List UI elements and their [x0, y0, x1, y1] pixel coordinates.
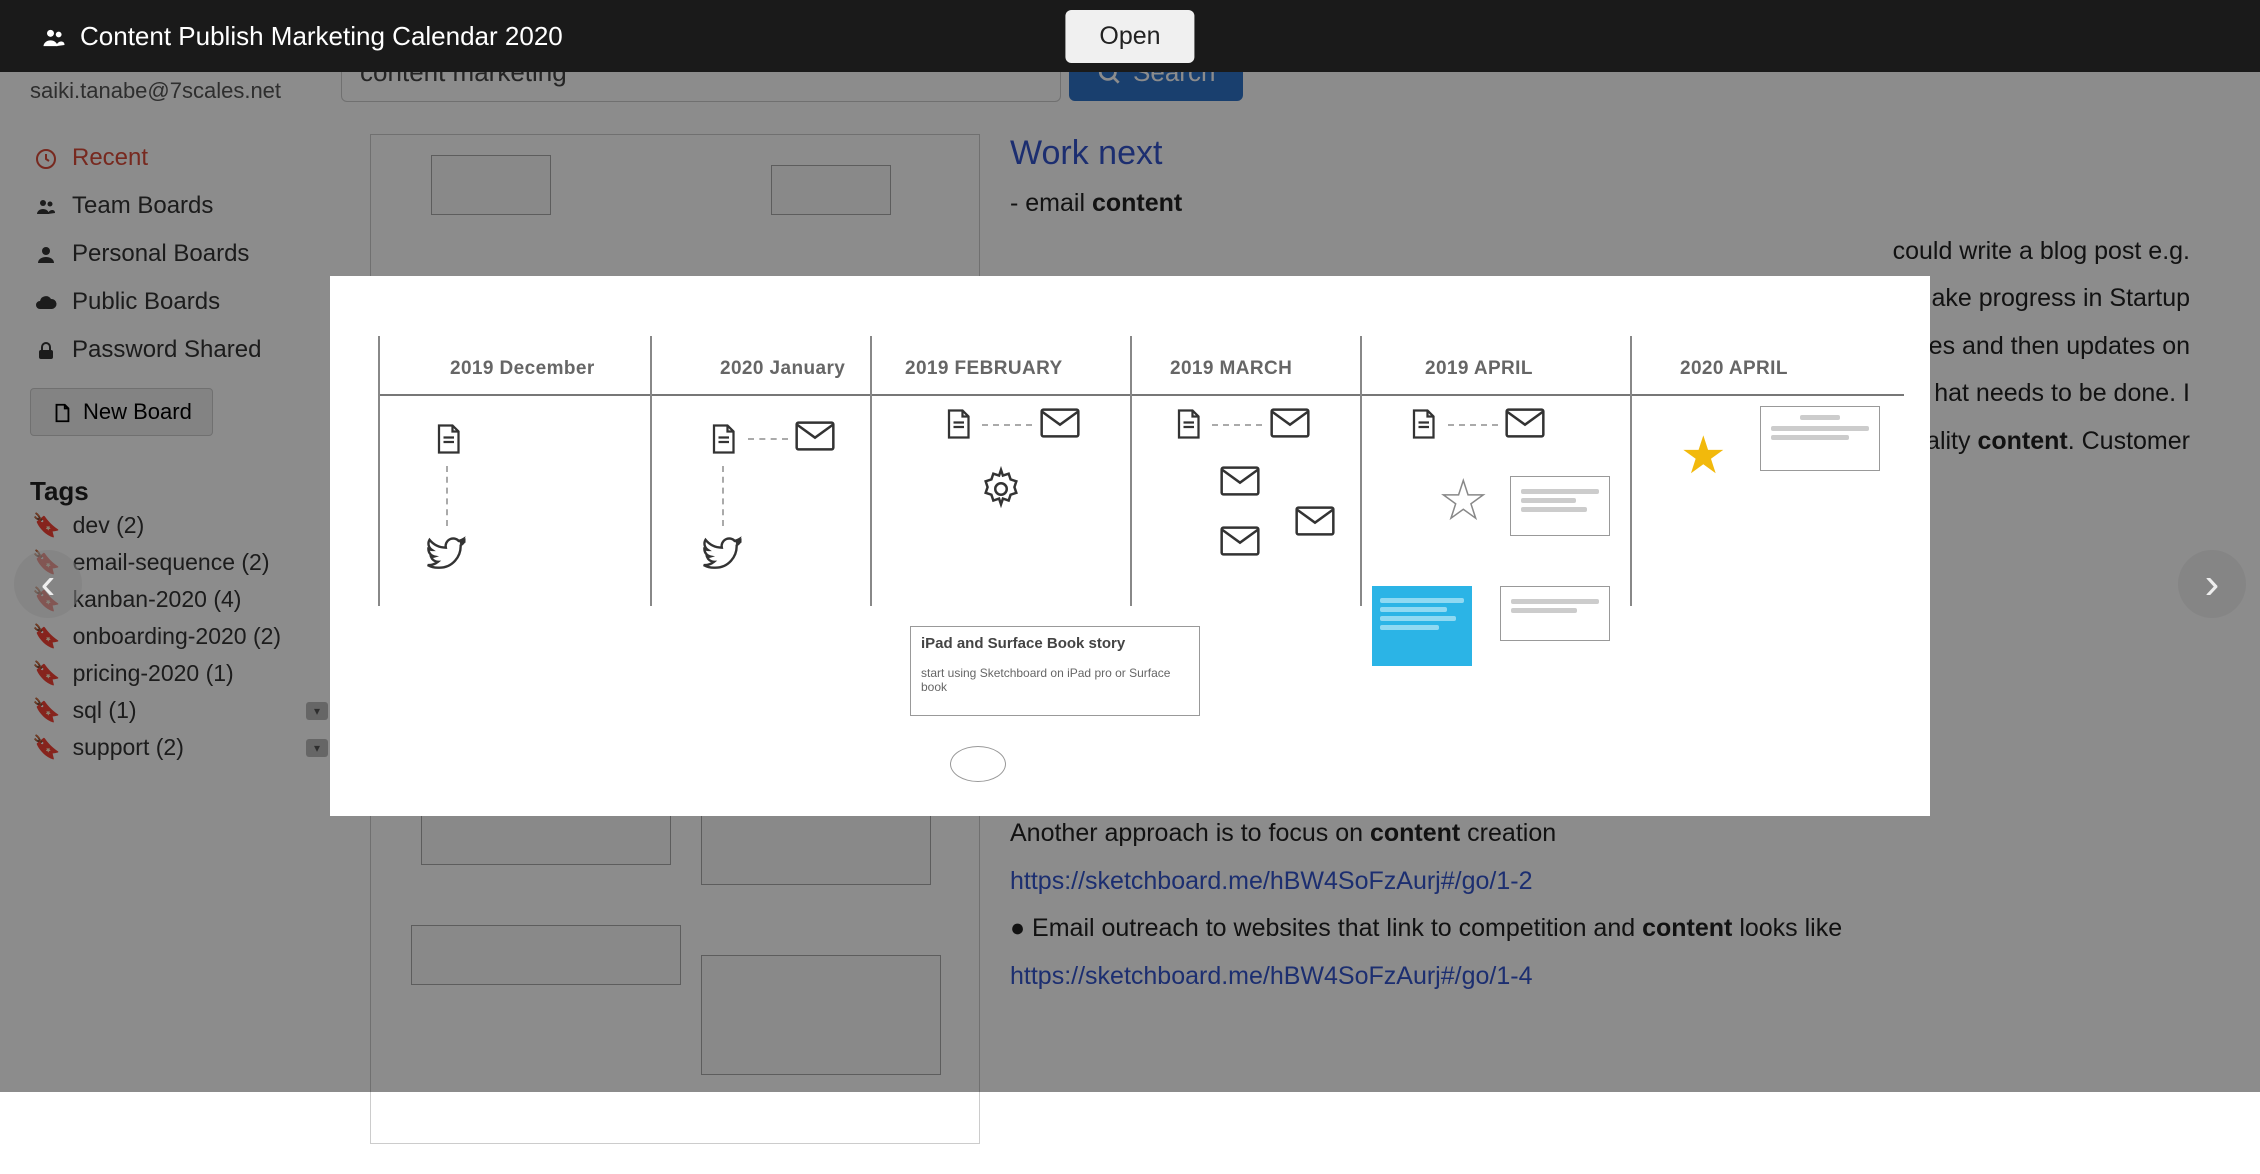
gear-icon	[978, 466, 1024, 512]
twitter-icon	[700, 531, 744, 575]
lightbox-top-bar: Content Publish Marketing Calendar 2020 …	[0, 0, 2260, 72]
envelope-icon	[795, 421, 835, 451]
timeline-month: 2019 MARCH	[1170, 358, 1292, 380]
note-card: iPad and Surface Book story start using …	[910, 626, 1200, 716]
timeline-month: 2020 APRIL	[1680, 358, 1788, 380]
document-icon	[1405, 406, 1441, 442]
dashed-connector	[748, 438, 788, 440]
timeline-tick	[650, 336, 652, 606]
next-arrow-button[interactable]: ›	[2178, 550, 2246, 618]
document-icon	[1170, 406, 1206, 442]
lightbox-title: Content Publish Marketing Calendar 2020	[80, 21, 563, 52]
timeline-tick	[1360, 336, 1362, 606]
note-card	[1760, 406, 1880, 471]
dashed-connector	[722, 466, 724, 526]
timeline-month: 2019 APRIL	[1425, 358, 1533, 380]
note-card	[1510, 476, 1610, 536]
timeline-month: 2019 FEBRUARY	[905, 358, 1063, 380]
document-icon	[705, 421, 741, 457]
board-preview: 2019 December 2020 January 2019 FEBRUARY…	[330, 276, 1930, 816]
envelope-icon	[1505, 408, 1545, 438]
envelope-icon	[1220, 526, 1260, 556]
envelope-icon	[1295, 506, 1335, 536]
timeline-tick	[1630, 336, 1632, 606]
prev-arrow-button[interactable]: ‹	[14, 550, 82, 618]
note-card	[1500, 586, 1610, 641]
star-icon: ★	[1680, 426, 1727, 486]
dashed-connector	[1212, 424, 1262, 426]
timeline-axis	[378, 394, 1904, 396]
envelope-icon	[1220, 466, 1260, 496]
users-icon	[40, 20, 68, 51]
document-icon	[940, 406, 976, 442]
note-body: start using Sketchboard on iPad pro or S…	[921, 666, 1189, 694]
timeline-tick	[378, 336, 380, 606]
timeline-tick	[870, 336, 872, 606]
timeline-tick	[1130, 336, 1132, 606]
speech-bubble-icon	[950, 746, 1006, 782]
twitter-icon	[424, 531, 468, 575]
note-title: iPad and Surface Book story	[921, 635, 1189, 652]
timeline-month: 2020 January	[720, 358, 845, 380]
envelope-icon	[1270, 408, 1310, 438]
envelope-icon	[1040, 408, 1080, 438]
open-button[interactable]: Open	[1065, 10, 1194, 63]
star-outline-icon: ★	[1440, 471, 1487, 531]
timeline-month: 2019 December	[450, 358, 595, 380]
sticky-note	[1372, 586, 1472, 666]
dashed-connector	[982, 424, 1032, 426]
document-icon	[430, 421, 466, 457]
dashed-connector	[1448, 424, 1498, 426]
dashed-connector	[446, 466, 448, 526]
